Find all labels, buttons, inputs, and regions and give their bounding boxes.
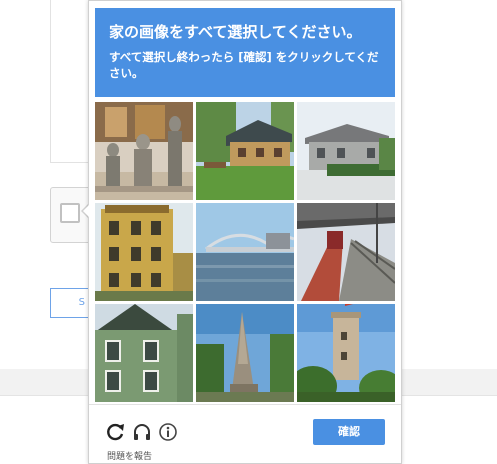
image-tile-round-tower[interactable]: [297, 304, 395, 402]
image-tile-brick-house[interactable]: [297, 102, 395, 200]
reload-icon[interactable]: [106, 422, 126, 442]
recaptcha-challenge-popup: 家の画像をすべて選択してください。 すべて選択し終わったら [確認] をクリック…: [88, 0, 402, 464]
image-grid: [95, 102, 395, 402]
challenge-title: 家の画像をすべて選択してください。: [109, 23, 362, 41]
image-tile-yellow-building[interactable]: [95, 203, 193, 301]
verify-button[interactable]: 確認: [313, 419, 385, 445]
image-tile-train-station[interactable]: [297, 203, 395, 301]
challenge-header: 家の画像をすべて選択してください。 すべて選択し終わったら [確認] をクリック…: [95, 8, 395, 97]
info-icon[interactable]: [158, 422, 178, 442]
image-tile-stone-statues[interactable]: [95, 102, 193, 200]
headphones-icon[interactable]: [132, 422, 152, 442]
popup-arrow-inner: [83, 204, 90, 218]
report-problem-link[interactable]: 問題を報告: [107, 449, 152, 462]
recaptcha-checkbox[interactable]: [60, 203, 80, 223]
challenge-instructions: すべて選択し終わったら [確認] をクリックしてください。: [109, 50, 379, 80]
image-tile-wooden-house[interactable]: [196, 102, 294, 200]
image-tile-green-house[interactable]: [95, 304, 193, 402]
image-tile-stone-tower[interactable]: [196, 304, 294, 402]
image-tile-harbor-bridge[interactable]: [196, 203, 294, 301]
footer-divider: [89, 404, 401, 405]
